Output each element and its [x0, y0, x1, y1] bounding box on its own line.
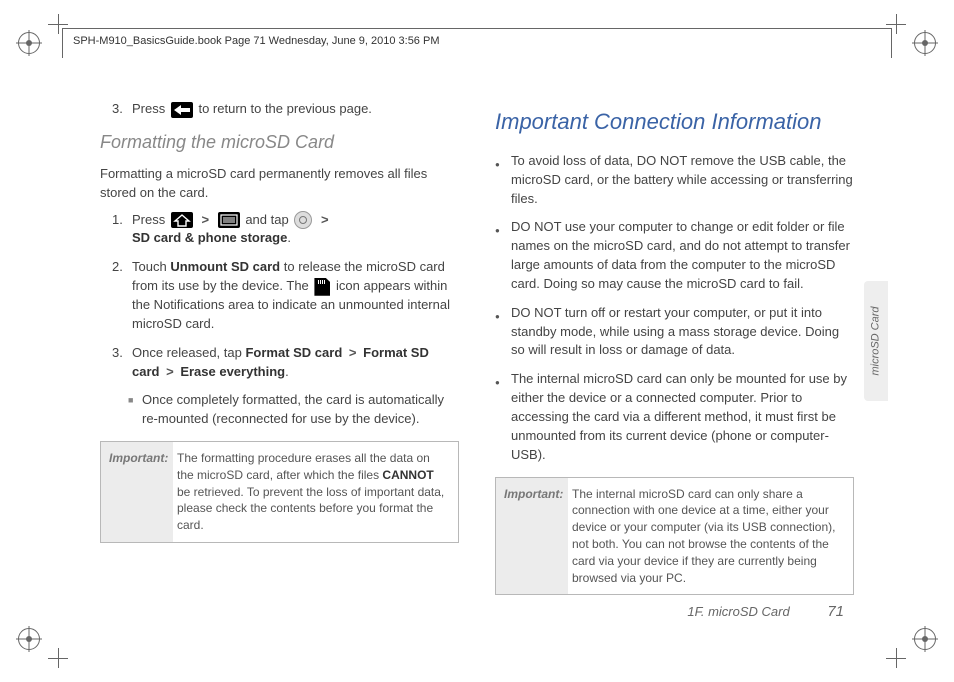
step-text: and tap: [245, 212, 292, 227]
chevron-right: >: [198, 212, 212, 227]
step-text: .: [285, 364, 289, 379]
important-note-right: Important: The internal microSD card can…: [495, 477, 854, 596]
crop-mark-br: [886, 648, 906, 668]
footer-page-number: 71: [827, 603, 844, 620]
list-item: DO NOT use your computer to change or ed…: [495, 218, 854, 293]
bullet-icon: [495, 304, 511, 361]
registration-mark: [18, 32, 40, 54]
list-item: To avoid loss of data, DO NOT remove the…: [495, 152, 854, 209]
step-number: 1.: [112, 211, 132, 249]
page-header-frame: SPH-M910_BasicsGuide.book Page 71 Wednes…: [62, 28, 892, 58]
crop-mark-bl: [48, 648, 68, 668]
bullet-text: The internal microSD card can only be mo…: [511, 370, 854, 464]
registration-mark: [18, 628, 40, 650]
important-text: be retrieved. To prevent the loss of imp…: [177, 485, 444, 533]
home-icon: [171, 212, 193, 228]
bullet-text: DO NOT use your computer to change or ed…: [511, 218, 854, 293]
right-column: Important Connection Information To avoi…: [495, 100, 854, 592]
step-text: Touch: [132, 259, 170, 274]
format-substep: ■ Once completely formatted, the card is…: [128, 391, 459, 429]
sd-card-icon: [314, 278, 330, 296]
bullet-icon: [495, 370, 511, 464]
list-item: The internal microSD card can only be mo…: [495, 370, 854, 464]
back-arrow-icon: [171, 102, 193, 118]
important-label: Important:: [101, 442, 173, 542]
step-number: 3.: [112, 100, 132, 119]
footer-section: 1F. microSD Card: [687, 604, 789, 619]
format-step-1: 1. Press > and tap > SD card & phone sto…: [112, 211, 459, 249]
step-text: to return to the previous page.: [198, 101, 371, 116]
format-step-2: 2. Touch Unmount SD card to release the …: [112, 258, 459, 333]
heading-connection-info: Important Connection Information: [495, 106, 854, 138]
side-tab-label: microSD Card: [870, 306, 882, 375]
registration-mark: [914, 32, 936, 54]
step-text: Once released, tap: [132, 345, 245, 360]
prev-step-3: 3. Press to return to the previous page.: [112, 100, 459, 119]
bullet-square-icon: ■: [128, 391, 142, 429]
menu-item: Format SD card: [245, 345, 342, 360]
important-note-left: Important: The formatting procedure eras…: [100, 441, 459, 543]
menu-item: Erase everything: [180, 364, 285, 379]
important-label: Important:: [496, 478, 568, 595]
intro-paragraph: Formatting a microSD card permanently re…: [100, 165, 459, 203]
format-step-3: 3. Once released, tap Format SD card > F…: [112, 344, 459, 382]
step-text: .: [287, 230, 291, 245]
bullet-icon: [495, 152, 511, 209]
substep-text: Once completely formatted, the card is a…: [142, 391, 459, 429]
page-header-line: SPH-M910_BasicsGuide.book Page 71 Wednes…: [63, 29, 891, 53]
bullet-text: To avoid loss of data, DO NOT remove the…: [511, 152, 854, 209]
chevron-right: >: [318, 212, 332, 227]
left-column: 3. Press to return to the previous page.…: [100, 100, 459, 592]
step-number: 2.: [112, 258, 132, 333]
step-text: Press: [132, 212, 169, 227]
menu-path: SD card & phone storage: [132, 230, 287, 245]
registration-mark: [914, 628, 936, 650]
menu-icon: [218, 212, 240, 228]
step-text: Press: [132, 101, 169, 116]
subheading-formatting: Formatting the microSD Card: [100, 129, 459, 155]
bullet-text: DO NOT turn off or restart your computer…: [511, 304, 854, 361]
settings-gear-icon: [294, 211, 312, 229]
list-item: DO NOT turn off or restart your computer…: [495, 304, 854, 361]
page-body: 3. Press to return to the previous page.…: [100, 100, 854, 592]
chevron-right: >: [163, 364, 177, 379]
step-number: 3.: [112, 344, 132, 382]
connection-bullets: To avoid loss of data, DO NOT remove the…: [495, 152, 854, 465]
chevron-right: >: [346, 345, 360, 360]
side-tab: microSD Card: [864, 281, 888, 401]
important-text: The internal microSD card can only share…: [568, 478, 853, 595]
menu-item: Unmount SD card: [170, 259, 280, 274]
bullet-icon: [495, 218, 511, 293]
page-footer: 1F. microSD Card 71: [0, 603, 844, 620]
important-emphasis: CANNOT: [382, 468, 433, 482]
